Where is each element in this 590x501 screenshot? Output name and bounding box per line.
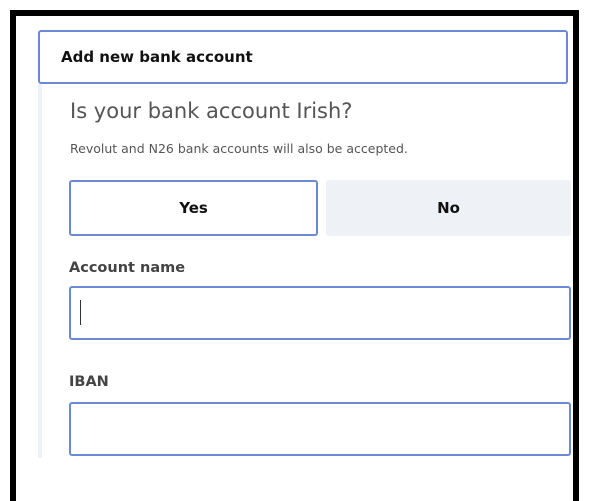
account-name-input[interactable]	[69, 286, 571, 340]
yes-button[interactable]: Yes	[69, 180, 318, 236]
no-button[interactable]: No	[326, 180, 571, 236]
no-button-label: No	[437, 199, 460, 217]
yes-button-label: Yes	[179, 199, 208, 217]
panel-title: Add new bank account	[61, 48, 253, 66]
panel-body-rail	[38, 84, 42, 458]
question-hint: Revolut and N26 bank accounts will also …	[70, 141, 408, 156]
iban-input[interactable]	[69, 402, 571, 456]
iban-label: IBAN	[69, 374, 109, 390]
question-heading: Is your bank account Irish?	[70, 99, 353, 123]
text-caret	[80, 300, 81, 325]
account-name-label: Account name	[69, 260, 186, 276]
panel-header[interactable]: Add new bank account	[38, 30, 568, 84]
